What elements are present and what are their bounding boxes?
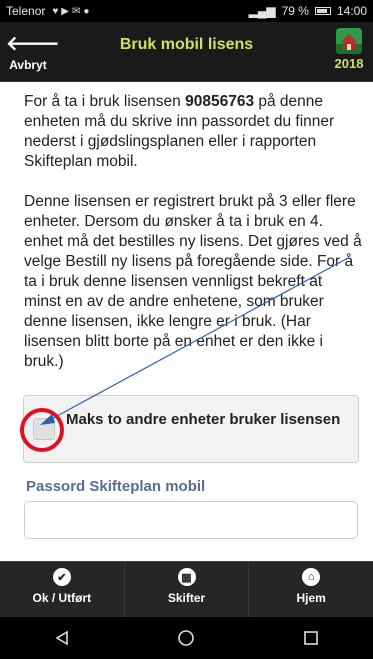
tab-ok[interactable]: ✔ Ok / Utført — [0, 562, 125, 617]
nav-home-button[interactable] — [166, 623, 206, 653]
tab-home[interactable]: ⌂ Hjem — [249, 562, 373, 617]
square-recents-icon — [304, 631, 318, 645]
confirm-devices-card[interactable]: Maks to andre enheter bruker lisensen — [23, 395, 359, 463]
battery-icon — [314, 7, 331, 15]
password-label: Passord Skifteplan mobil — [26, 478, 206, 495]
confirm-devices-label[interactable]: Maks to andre enheter bruker lisensen — [66, 410, 346, 429]
license-intro: For å ta i bruk lisensen 90856763 på den… — [24, 93, 335, 170]
carrier-info: Telenor ♥ ▶ ✉ ● — [6, 4, 89, 18]
carrier-name: Telenor — [6, 4, 46, 18]
clock: 14:00 — [336, 4, 367, 18]
password-input[interactable] — [24, 501, 358, 539]
check-icon: ✔ — [52, 568, 71, 586]
cancel-label: Avbryt — [9, 58, 47, 72]
triangle-back-icon — [55, 630, 68, 646]
heart-icon: ♥ — [52, 5, 59, 17]
tab-home-label: Hjem — [296, 591, 326, 605]
nav-back-button[interactable] — [42, 623, 82, 653]
tab-skifter[interactable]: ▦ Skifter — [125, 562, 250, 617]
grid-icon: ▦ — [177, 568, 196, 586]
battery-percent: 79 % — [281, 4, 309, 18]
annotation-circle — [20, 408, 64, 452]
nav-recents-button[interactable] — [291, 623, 331, 653]
tab-ok-label: Ok / Utført — [32, 591, 92, 605]
app-header: 🡐 Avbryt Bruk mobil lisens 2018 — [0, 22, 373, 82]
app-logo: 2018 — [333, 28, 365, 78]
page-title: Bruk mobil lisens — [119, 36, 254, 53]
home-icon: ⌂ — [302, 568, 321, 586]
play-icon: ▶ — [61, 5, 69, 17]
license-number: 90856763 — [185, 93, 255, 110]
tab-skifter-label: Skifter — [167, 591, 206, 605]
system-nav-bar — [0, 617, 373, 659]
logo-year: 2018 — [334, 56, 364, 71]
farm-logo-icon — [336, 28, 362, 54]
mail-icon: ✉ — [72, 5, 81, 17]
signal-icon: ▂▄▆ — [248, 4, 276, 18]
bottom-tabbar: ✔ Ok / Utført ▦ Skifter ⌂ Hjem — [0, 561, 373, 617]
status-bar: Telenor ♥ ▶ ✉ ● ▂▄▆ 79 % 14:00 — [0, 0, 373, 22]
notification-icon: ● — [83, 5, 90, 17]
license-usage-info: Denne lisensen er registrert brukt på 3 … — [24, 193, 362, 370]
circle-home-icon — [178, 630, 195, 646]
instructions: For å ta i bruk lisensen 90856763 på den… — [24, 92, 362, 392]
